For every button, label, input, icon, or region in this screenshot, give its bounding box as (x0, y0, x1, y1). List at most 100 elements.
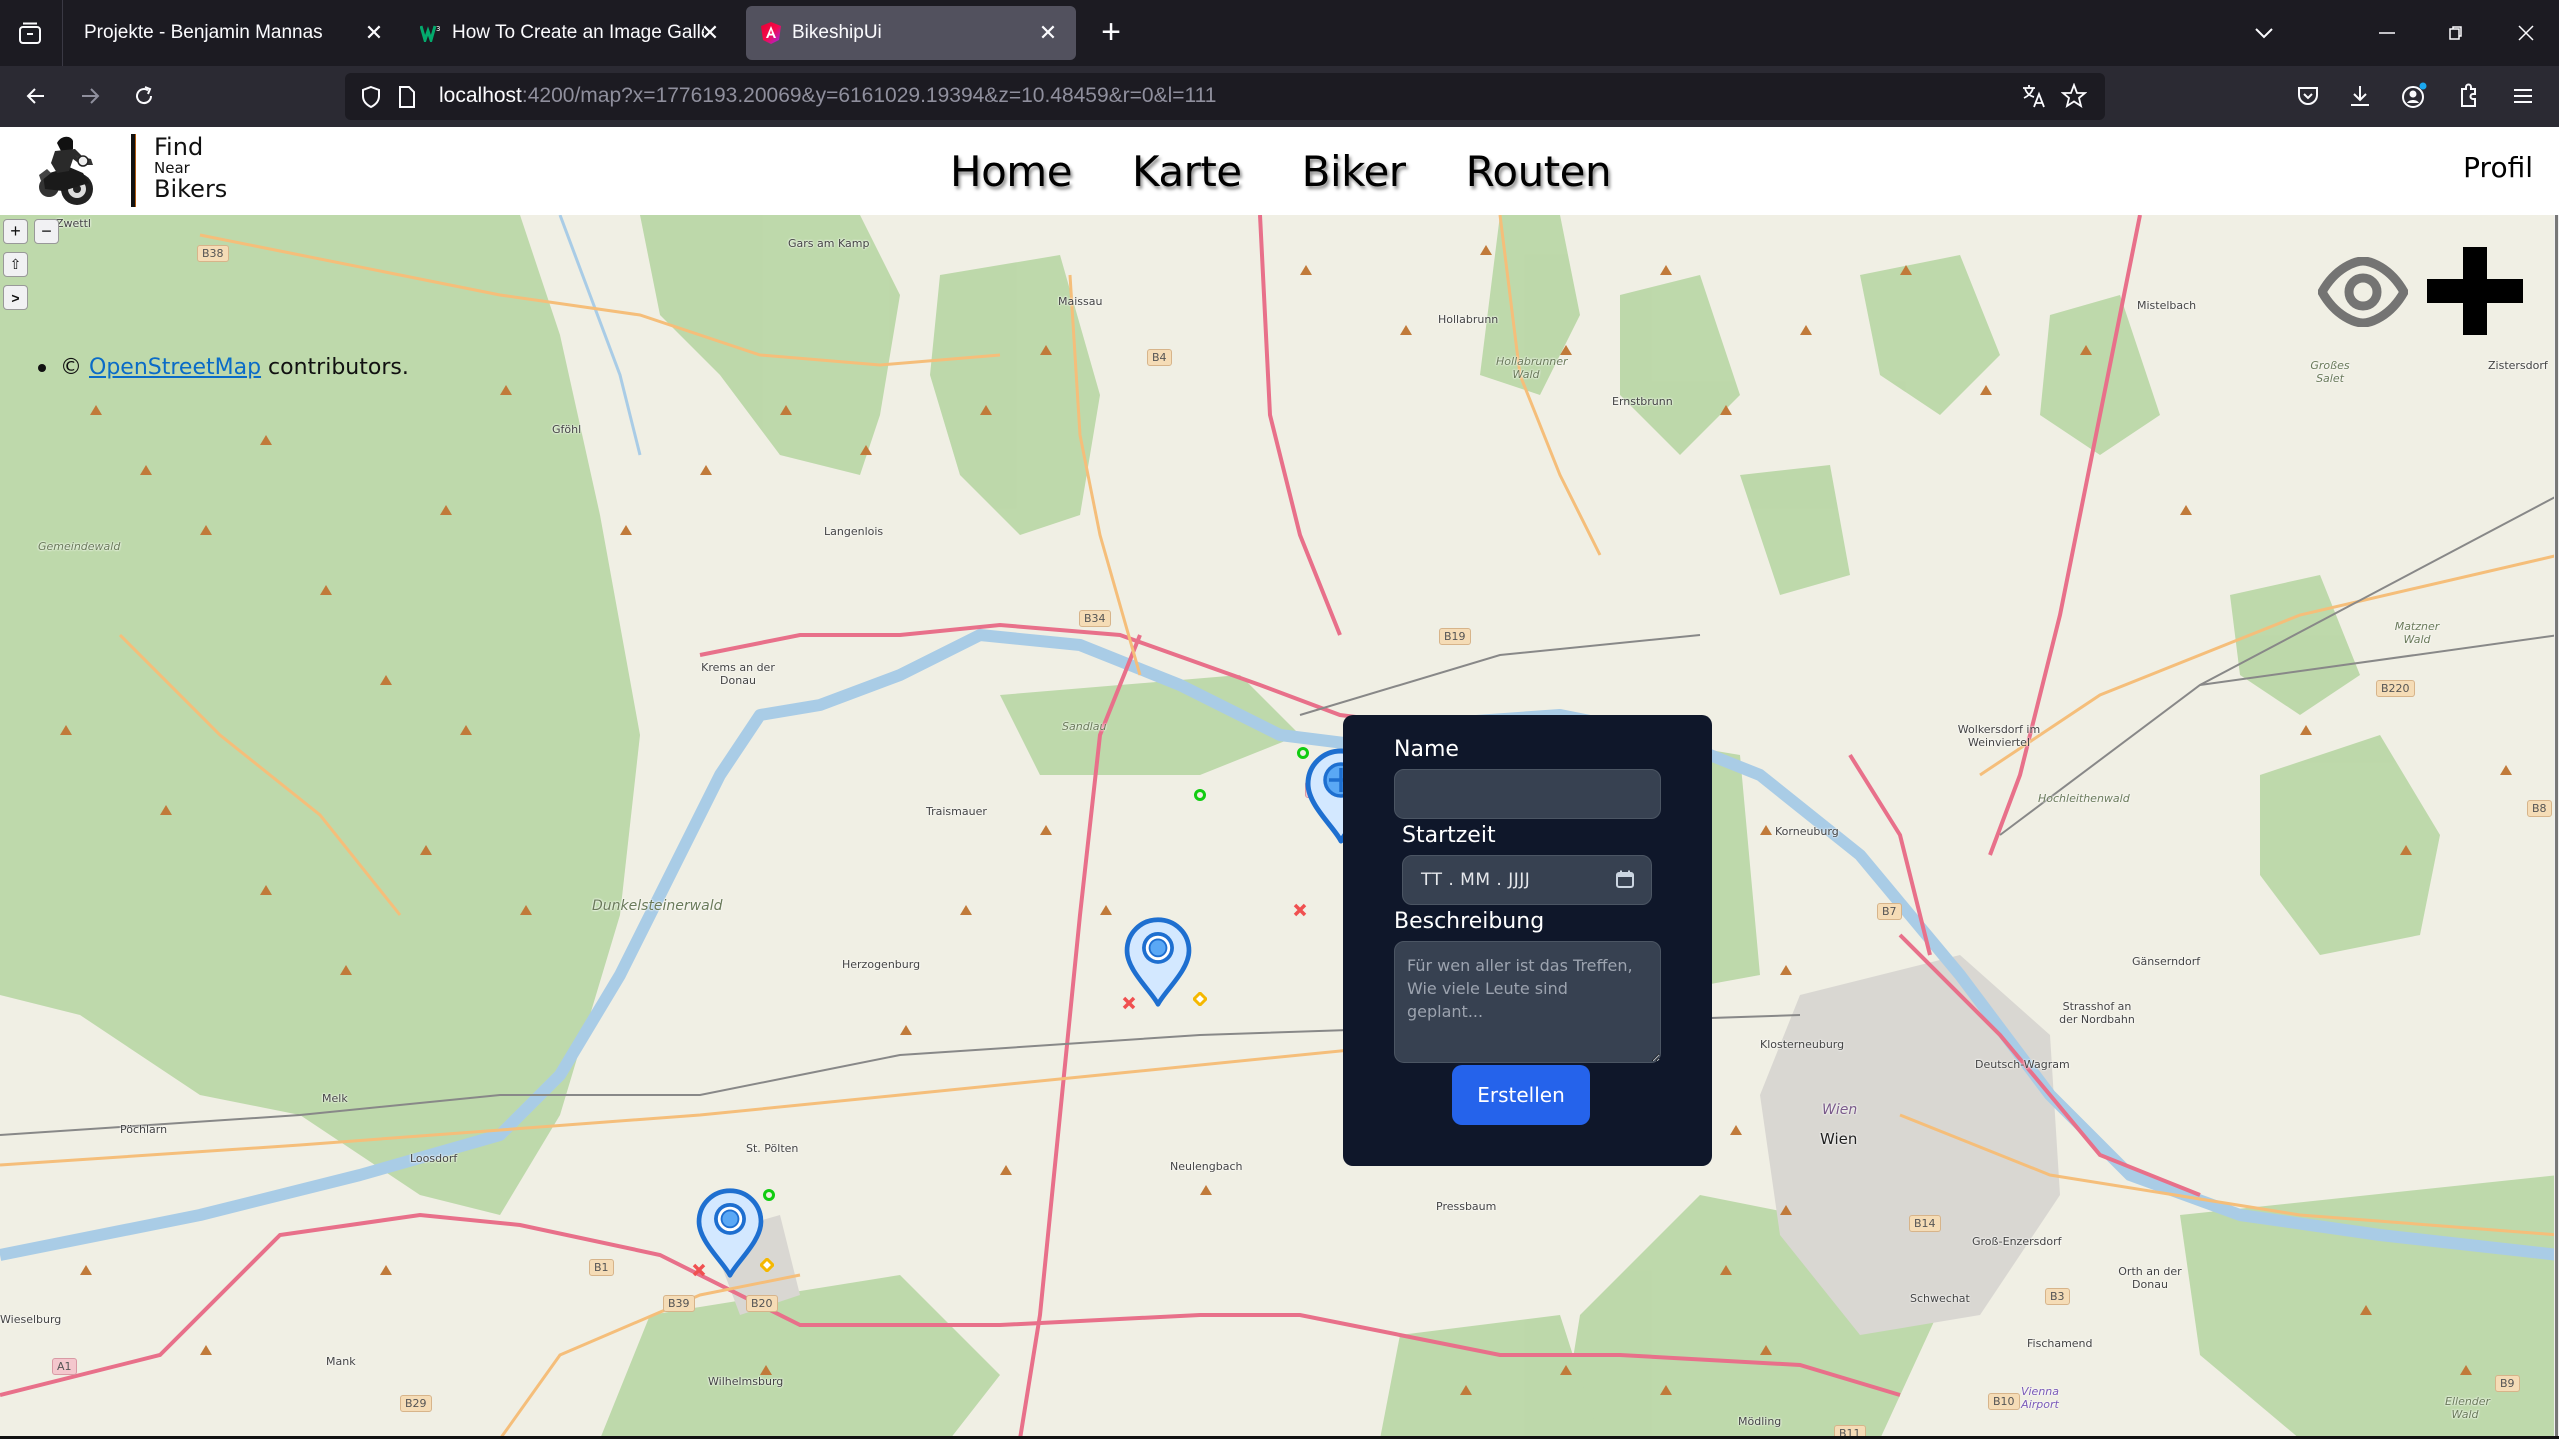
app-menu-button[interactable] (2506, 79, 2540, 113)
map-label-sandlau: Sandlau (1062, 720, 1107, 733)
road-shield: B14 (1909, 1215, 1941, 1232)
map-label-loosdorf: Loosdorf (410, 1152, 458, 1165)
road-shield: B7 (1877, 903, 1902, 920)
puzzle-icon (2461, 83, 2476, 107)
download-icon (2351, 86, 2369, 106)
tab-title: How To Create an Image Gallery (452, 22, 704, 43)
road-shield: B1 (589, 1259, 614, 1276)
logo-divider (131, 134, 135, 207)
map-label-wolkersdorf: Wolkersdorf im Weinviertel (1957, 723, 2041, 749)
account-button[interactable] (2397, 79, 2431, 113)
bookmark-star-icon[interactable] (2061, 83, 2087, 109)
map-label-langenlois: Langenlois (824, 525, 884, 538)
extensions-button[interactable] (2452, 79, 2486, 113)
page-info-icon[interactable] (397, 85, 417, 109)
tab-close-button[interactable]: ✕ (1034, 19, 1062, 47)
name-input[interactable] (1395, 770, 1660, 818)
map-attribution: © OpenStreetMap contributors. (38, 355, 409, 380)
page-scrollbar[interactable] (2554, 215, 2559, 1439)
map-label-hollabrunner-wald: Hollabrunner Wald (1496, 355, 1568, 381)
poi-red-x-icon[interactable] (1293, 903, 1307, 917)
back-button[interactable] (16, 76, 56, 116)
tab-close-button[interactable]: ✕ (696, 19, 724, 47)
map-marker-meeting[interactable] (1123, 916, 1193, 1008)
tab-title: BikeshipUi (792, 22, 882, 43)
new-tab-button[interactable]: + (1092, 14, 1130, 52)
add-meeting-button[interactable] (2427, 247, 2523, 335)
logo-text[interactable]: Find Near Bikers (154, 135, 227, 201)
tab-list-button[interactable] (10, 14, 50, 52)
close-window-button[interactable] (2506, 14, 2546, 52)
url-text[interactable]: localhost:4200/map?x=1776193.20069&y=616… (439, 84, 1216, 108)
map-label-ellender-wald: Ellender Wald (2445, 1395, 2491, 1421)
beschreibung-label: Beschreibung (1394, 909, 1545, 934)
erstellen-button[interactable]: Erstellen (1452, 1065, 1590, 1125)
map-label-wien-district: Wien (1822, 1102, 1858, 1118)
motorcycle-logo-icon[interactable] (33, 129, 108, 209)
main-nav: Home Karte Biker Routen (950, 147, 1671, 196)
scrollbar-thumb[interactable] (2555, 215, 2558, 1439)
map-label-wilhelmsburg: Wilhelmsburg (708, 1375, 784, 1388)
zoom-out-button[interactable]: − (34, 219, 59, 244)
list-all-tabs-button[interactable] (2244, 14, 2284, 52)
nav-home[interactable]: Home (950, 147, 1073, 196)
map-marker-meeting[interactable] (695, 1187, 765, 1279)
minimize-button[interactable] (2367, 14, 2407, 52)
create-meeting-popup: Name Startzeit TT . MM . JJJJ Beschreibu… (1343, 715, 1712, 1166)
map-canvas[interactable]: Zwettl Gars am Kamp Maissau Hollabrunn H… (0, 215, 2559, 1439)
map-label-zwettl: Zwettl (56, 217, 91, 230)
openstreetmap-link[interactable]: OpenStreetMap (89, 355, 261, 380)
pocket-icon (2298, 87, 2318, 105)
tab-separator (62, 0, 63, 66)
shield-icon[interactable] (359, 85, 383, 109)
browser-tab-bar: Projekte - Benjamin Mannas ✕ 3 How To Cr… (0, 0, 2559, 66)
startzeit-date-field[interactable]: TT . MM . JJJJ (1402, 855, 1652, 905)
map-label-hollabrunn: Hollabrunn (1438, 313, 1499, 326)
date-placeholder: TT . MM . JJJJ (1421, 870, 1531, 890)
map-label-fischamend: Fischamend (2027, 1337, 2093, 1350)
poi-orange-diamond-icon[interactable] (1193, 992, 1207, 1006)
map-label-gross-enzersdorf: Groß-Enzersdorf (1972, 1235, 2062, 1248)
tab-projekte[interactable]: Projekte - Benjamin Mannas ✕ (72, 6, 402, 60)
nav-karte[interactable]: Karte (1132, 147, 1242, 196)
app-viewport: Find Near Bikers Home Karte Biker Routen… (0, 127, 2559, 1439)
arrow-right-icon (82, 88, 100, 104)
beschreibung-textarea[interactable] (1394, 941, 1661, 1063)
nav-profil[interactable]: Profil (2463, 151, 2533, 184)
tab-bikeshipui[interactable]: BikeshipUi ✕ (746, 6, 1076, 60)
tab-close-button[interactable]: ✕ (360, 19, 388, 47)
map-base-tiles (0, 215, 2559, 1439)
target-icon (1142, 931, 1174, 964)
tab-w3schools[interactable]: 3 How To Create an Image Gallery ✕ (410, 6, 730, 60)
translate-icon[interactable] (2021, 83, 2047, 109)
map-label-moedling: Mödling (1738, 1415, 1782, 1428)
road-shield: B220 (2376, 680, 2415, 697)
chevron-down-icon (2255, 28, 2273, 39)
toggle-visibility-button[interactable] (2317, 256, 2409, 328)
restore-button[interactable] (2436, 14, 2476, 52)
forward-button[interactable] (70, 76, 110, 116)
map-label-pressbaum: Pressbaum (1436, 1200, 1497, 1213)
map-label-neulengbach: Neulengbach (1170, 1160, 1243, 1173)
map-label-gfoehl: Gföhl (552, 423, 582, 436)
name-field[interactable] (1394, 769, 1661, 819)
calendar-icon[interactable] (1615, 869, 1635, 889)
reload-button[interactable] (124, 76, 164, 116)
reset-rotation-button[interactable]: ⇧ (3, 252, 28, 277)
pocket-button[interactable] (2291, 79, 2325, 113)
nav-biker[interactable]: Biker (1302, 147, 1406, 196)
account-icon (2402, 82, 2427, 108)
nav-routen[interactable]: Routen (1466, 147, 1612, 196)
road-shield: B10 (1988, 1393, 2020, 1410)
logo-line-near: Near (154, 159, 190, 177)
road-shield: B38 (197, 245, 229, 262)
tab-title: Projekte - Benjamin Mannas (84, 22, 323, 43)
zoom-in-button[interactable]: + (3, 219, 28, 244)
road-shield: B3 (2045, 1288, 2070, 1305)
downloads-button[interactable] (2343, 79, 2377, 113)
expand-attribution-button[interactable]: > (3, 285, 28, 310)
attribution-prefix: © (60, 355, 89, 380)
angular-icon (760, 22, 782, 44)
poi-green-circle-icon[interactable] (1193, 788, 1207, 802)
url-bar[interactable]: localhost:4200/map?x=1776193.20069&y=616… (345, 73, 2105, 120)
